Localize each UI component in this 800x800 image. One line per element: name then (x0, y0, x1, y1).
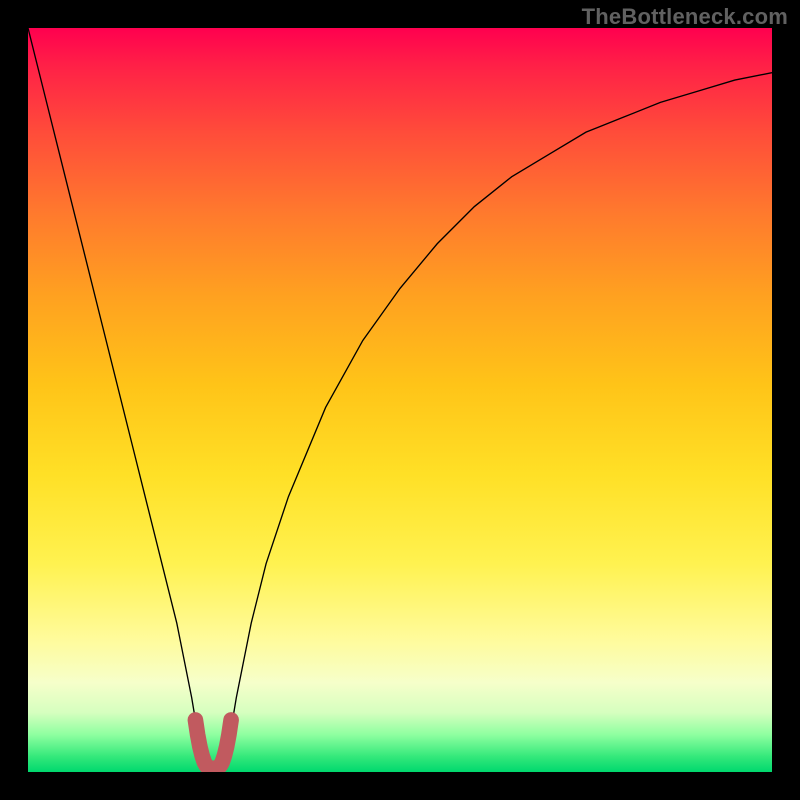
watermark-text: TheBottleneck.com (582, 4, 788, 30)
bottleneck-curve (28, 28, 772, 772)
optimal-zone-marker (195, 720, 231, 768)
chart-frame: TheBottleneck.com (0, 0, 800, 800)
bottleneck-plot (28, 28, 772, 772)
